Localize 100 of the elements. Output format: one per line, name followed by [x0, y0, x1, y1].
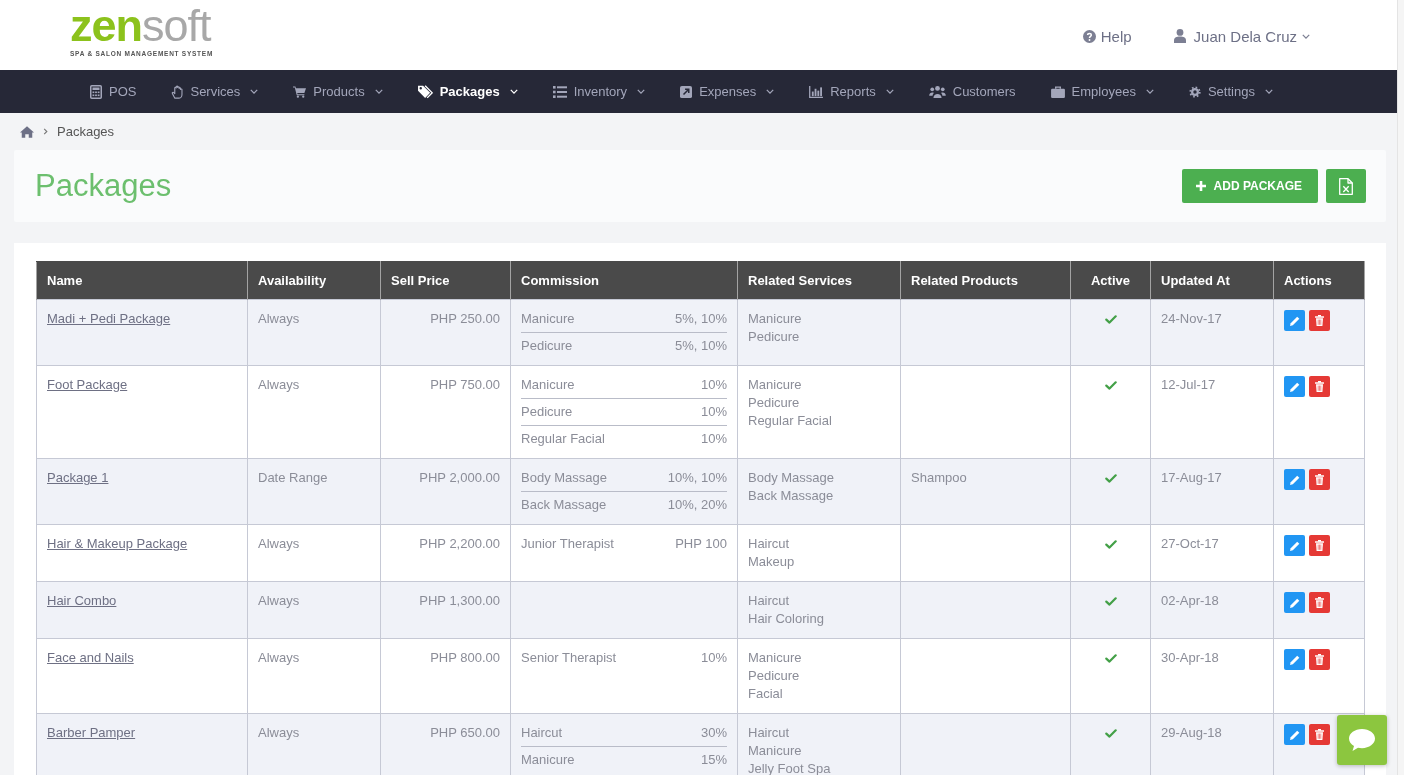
table-cell: PHP 750.00 [380, 365, 511, 459]
nav-item[interactable]: Customers [928, 84, 1016, 99]
pencil-icon [1289, 654, 1300, 665]
related-service: Pedicure [748, 667, 800, 685]
package-link[interactable]: Hair Combo [47, 593, 117, 608]
column-header: Name [36, 261, 248, 300]
delete-button[interactable] [1309, 376, 1330, 397]
table-cell: PHP 2,000.00 [380, 458, 511, 525]
nav-item[interactable]: Packages [417, 84, 518, 99]
commission-label: Back Massage [521, 496, 607, 514]
nav-item[interactable]: Products [293, 84, 383, 99]
table-cell: PHP 800.00 [380, 638, 511, 714]
commission-label: Manicure [521, 310, 575, 328]
nav-item[interactable]: Reports [809, 84, 894, 99]
related-service: Back Massage [748, 487, 834, 505]
delete-button[interactable] [1309, 649, 1330, 670]
edit-button[interactable] [1284, 310, 1305, 331]
table-cell: Always [247, 299, 381, 366]
commission-label: Manicure [521, 376, 575, 394]
table-cell: 27-Oct-17 [1150, 524, 1274, 582]
nav-item[interactable]: Employees [1050, 84, 1154, 99]
trash-icon [1315, 540, 1324, 551]
nav-item[interactable]: POS [90, 84, 137, 99]
table-cell: Date Range [247, 458, 381, 525]
column-header: Sell Price [380, 261, 511, 300]
pencil-icon [1289, 597, 1300, 608]
commission-value: 10%, 10% [667, 469, 727, 487]
commission-label: Regular Facial [521, 430, 605, 448]
calculator-icon [90, 84, 102, 99]
edit-button[interactable] [1284, 535, 1305, 556]
excel-file-icon [1339, 177, 1353, 195]
help-icon [1082, 29, 1096, 43]
delete-button[interactable] [1309, 535, 1330, 556]
edit-button[interactable] [1284, 469, 1305, 490]
related-service: Pedicure [748, 394, 800, 412]
delete-button[interactable] [1309, 592, 1330, 613]
package-link[interactable]: Face and Nails [47, 650, 134, 665]
related-service: Haircut [748, 724, 790, 742]
user-menu[interactable]: Juan Dela Cruz [1173, 27, 1310, 45]
nav-item[interactable]: Expenses [680, 84, 775, 99]
package-link[interactable]: Hair & Makeup Package [47, 536, 188, 551]
commission-value: 10%, 20% [667, 496, 727, 514]
related-service: Manicure [748, 742, 802, 760]
help-link[interactable]: Help [1082, 27, 1132, 45]
commission-value: 5%, 10% [674, 337, 727, 355]
edit-button[interactable] [1284, 649, 1305, 670]
delete-button[interactable] [1309, 310, 1330, 331]
delete-button[interactable] [1309, 724, 1330, 745]
nav-item[interactable]: Settings [1188, 84, 1273, 99]
column-header: Related Products [900, 261, 1071, 300]
table-cell: 12-Jul-17 [1150, 365, 1274, 459]
trash-icon [1315, 315, 1324, 326]
delete-button[interactable] [1309, 469, 1330, 490]
table-cell: 02-Apr-18 [1150, 581, 1274, 639]
table-cell: PHP 1,300.00 [380, 581, 511, 639]
trash-icon [1315, 654, 1324, 665]
edit-button[interactable] [1284, 376, 1305, 397]
users-icon [928, 85, 946, 98]
excel-export-button[interactable] [1326, 169, 1366, 203]
pencil-icon [1289, 729, 1300, 740]
arrow-square-icon [680, 85, 693, 98]
trash-icon [1315, 729, 1324, 740]
commission-value: 5%, 10% [674, 310, 727, 328]
add-package-button[interactable]: ADD PACKAGE [1181, 169, 1318, 203]
related-service: Facial [748, 685, 783, 703]
nav-item[interactable]: Inventory [552, 84, 646, 99]
package-link[interactable]: Package 1 [47, 470, 109, 485]
related-service: Manicure [748, 310, 802, 328]
commission-label: Senior Therapist [521, 649, 617, 667]
chat-button[interactable] [1337, 715, 1387, 765]
commission-label: Manicure [521, 751, 575, 769]
bar-chart-icon [809, 85, 824, 98]
commission-value: 10% [700, 649, 727, 667]
page-title: Packages [35, 168, 172, 204]
related-service: Hair Coloring [748, 610, 824, 628]
package-link[interactable]: Foot Package [47, 377, 128, 392]
edit-button[interactable] [1284, 592, 1305, 613]
tag-icon [417, 84, 433, 99]
related-service: Body Massage [748, 469, 834, 487]
table-cell: PHP 250.00 [380, 299, 511, 366]
package-link[interactable]: Madi + Pedi Package [47, 311, 171, 326]
user-icon [1173, 29, 1186, 43]
pencil-icon [1289, 381, 1300, 392]
breadcrumb-current: Packages [57, 124, 115, 139]
table-cell: 24-Nov-17 [1150, 299, 1274, 366]
package-link[interactable]: Barber Pamper [47, 725, 136, 740]
related-product: Shampoo [911, 469, 967, 487]
list-icon [552, 85, 567, 98]
pencil-icon [1289, 315, 1300, 326]
commission-label: Junior Therapist [521, 535, 614, 553]
related-service: Haircut [748, 535, 790, 553]
home-icon[interactable] [20, 125, 34, 138]
commission-value: 10% [700, 430, 727, 448]
table-cell: Always [247, 524, 381, 582]
edit-button[interactable] [1284, 724, 1305, 745]
trash-icon [1315, 597, 1324, 608]
nav-item[interactable]: Services [171, 84, 259, 99]
commission-value: 10% [700, 376, 727, 394]
table-cell: PHP 2,200.00 [380, 524, 511, 582]
chevron-right-icon [43, 128, 48, 135]
